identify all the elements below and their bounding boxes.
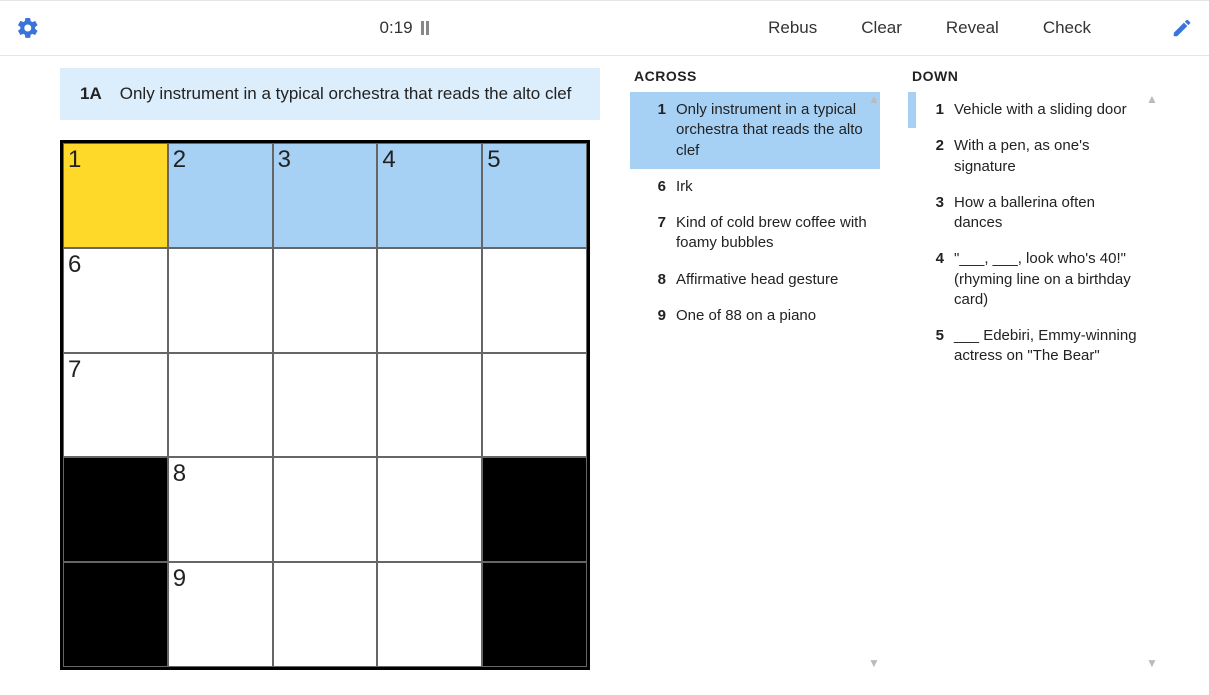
- clue-item[interactable]: 1Only instrument in a typical orchestra …: [630, 92, 880, 169]
- current-clue-label: 1A: [80, 84, 102, 104]
- reveal-button[interactable]: Reveal: [946, 18, 999, 38]
- grid-cell[interactable]: [482, 248, 587, 353]
- grid-cell: [63, 457, 168, 562]
- scroll-up-icon[interactable]: ▲: [1142, 92, 1162, 106]
- grid-cell[interactable]: [273, 353, 378, 458]
- grid-cell[interactable]: [273, 248, 378, 353]
- grid-cell[interactable]: 1: [63, 143, 168, 248]
- clue-item[interactable]: 3How a ballerina often dances: [908, 185, 1158, 242]
- clue-item[interactable]: 6 Irk: [630, 169, 880, 205]
- clue-text: Affirmative head gesture: [676, 270, 838, 290]
- grid-cell[interactable]: [273, 457, 378, 562]
- toolbar: 0:19 Rebus Clear Reveal Check: [0, 0, 1209, 56]
- clue-number: 6: [648, 177, 666, 197]
- grid-cell[interactable]: 6: [63, 248, 168, 353]
- clue-item[interactable]: 1 Vehicle with a sliding door: [908, 92, 1158, 128]
- timer-text: 0:19: [380, 18, 413, 38]
- clue-item[interactable]: 4"___, ___, look who's 40!" (rhyming lin…: [908, 241, 1158, 318]
- clue-number: 8: [648, 270, 666, 290]
- down-list-wrap: ▲ 1Vehicle with a sliding door2With a pe…: [908, 92, 1158, 670]
- across-heading: ACROSS: [630, 68, 880, 84]
- clue-text: "___, ___, look who's 40!" (rhyming line…: [954, 249, 1146, 310]
- grid-cell[interactable]: [377, 457, 482, 562]
- grid-cell[interactable]: [482, 353, 587, 458]
- clue-item[interactable]: 8 Affirmative head gesture: [630, 262, 880, 298]
- scroll-down-icon[interactable]: ▼: [864, 656, 884, 670]
- rebus-button[interactable]: Rebus: [768, 18, 817, 38]
- check-button[interactable]: Check: [1043, 18, 1091, 38]
- clue-number: 1: [926, 100, 944, 120]
- clear-button[interactable]: Clear: [861, 18, 902, 38]
- clue-text: How a ballerina often dances: [954, 193, 1146, 234]
- grid-cell[interactable]: [377, 353, 482, 458]
- grid-cell[interactable]: 9: [168, 562, 273, 667]
- cell-number: 2: [173, 146, 186, 174]
- cell-number: 4: [382, 146, 395, 174]
- grid-cell[interactable]: [273, 562, 378, 667]
- clue-number: 2: [926, 136, 944, 177]
- grid-cell[interactable]: [377, 562, 482, 667]
- cell-number: 5: [487, 146, 500, 174]
- clue-columns: ACROSS ▲ 1Only instrument in a typical o…: [630, 68, 1189, 670]
- cell-number: 3: [278, 146, 291, 174]
- grid-cell: [482, 457, 587, 562]
- pencil-icon[interactable]: [1171, 17, 1193, 39]
- clue-item[interactable]: 9 One of 88 on a piano: [630, 298, 880, 334]
- clue-number: 7: [648, 213, 666, 254]
- down-clue-list: 1 Vehicle with a sliding door 2With a pen,…: [908, 92, 1158, 670]
- grid-cell[interactable]: 7: [63, 353, 168, 458]
- down-column: DOWN ▲ 1Vehicle with a sliding door2With…: [908, 68, 1158, 670]
- clue-text: One of 88 on a piano: [676, 306, 816, 326]
- current-clue-text: Only instrument in a typical orchestra t…: [120, 84, 572, 104]
- settings-icon[interactable]: [16, 16, 40, 40]
- across-column: ACROSS ▲ 1Only instrument in a typical o…: [630, 68, 880, 670]
- across-clue-list: 1Only instrument in a typical orchestra …: [630, 92, 880, 670]
- clue-number: 4: [926, 249, 944, 310]
- timer-area: 0:19: [40, 18, 768, 38]
- grid-cell: [63, 562, 168, 667]
- clue-item[interactable]: 7Kind of cold brew coffee with foamy bub…: [630, 205, 880, 262]
- scroll-down-icon[interactable]: ▼: [1142, 656, 1162, 670]
- grid-cell[interactable]: [377, 248, 482, 353]
- cell-number: 1: [68, 146, 81, 174]
- cell-number: 6: [68, 251, 81, 279]
- grid-cell: [482, 562, 587, 667]
- grid-cell[interactable]: 3: [273, 143, 378, 248]
- toolbar-actions: Rebus Clear Reveal Check: [768, 17, 1193, 39]
- pause-icon[interactable]: [421, 21, 429, 35]
- grid-cell[interactable]: 2: [168, 143, 273, 248]
- down-heading: DOWN: [908, 68, 1158, 84]
- clue-text: ___ Edebiri, Emmy-winning actress on "Th…: [954, 326, 1146, 367]
- clue-text: Kind of cold brew coffee with foamy bubb…: [676, 213, 868, 254]
- cell-number: 8: [173, 460, 186, 488]
- cell-number: 9: [173, 565, 186, 593]
- grid-cell[interactable]: [168, 248, 273, 353]
- crossword-grid: 1 2 3 4 5 6 7 8 9: [60, 140, 590, 670]
- clue-number: 9: [648, 306, 666, 326]
- clue-item[interactable]: 5___ Edebiri, Emmy-winning actress on "T…: [908, 318, 1158, 375]
- across-list-wrap: ▲ 1Only instrument in a typical orchestr…: [630, 92, 880, 670]
- grid-cell[interactable]: [168, 353, 273, 458]
- clue-number: 5: [926, 326, 944, 367]
- clue-item[interactable]: 2With a pen, as one's signature: [908, 128, 1158, 185]
- clue-number: 3: [926, 193, 944, 234]
- clue-text: Vehicle with a sliding door: [954, 100, 1127, 120]
- grid-cell[interactable]: 8: [168, 457, 273, 562]
- puzzle-column: 1A Only instrument in a typical orchestr…: [60, 68, 600, 670]
- current-clue-bar[interactable]: 1A Only instrument in a typical orchestr…: [60, 68, 600, 120]
- clue-text: Only instrument in a typical orchestra t…: [676, 100, 868, 161]
- clue-number: 1: [648, 100, 666, 161]
- clue-text: With a pen, as one's signature: [954, 136, 1146, 177]
- grid-cell[interactable]: 5: [482, 143, 587, 248]
- grid-cell[interactable]: 4: [377, 143, 482, 248]
- main-area: 1A Only instrument in a typical orchestr…: [0, 56, 1209, 682]
- cell-number: 7: [68, 356, 81, 384]
- clue-text: Irk: [676, 177, 693, 197]
- scroll-up-icon[interactable]: ▲: [864, 92, 884, 106]
